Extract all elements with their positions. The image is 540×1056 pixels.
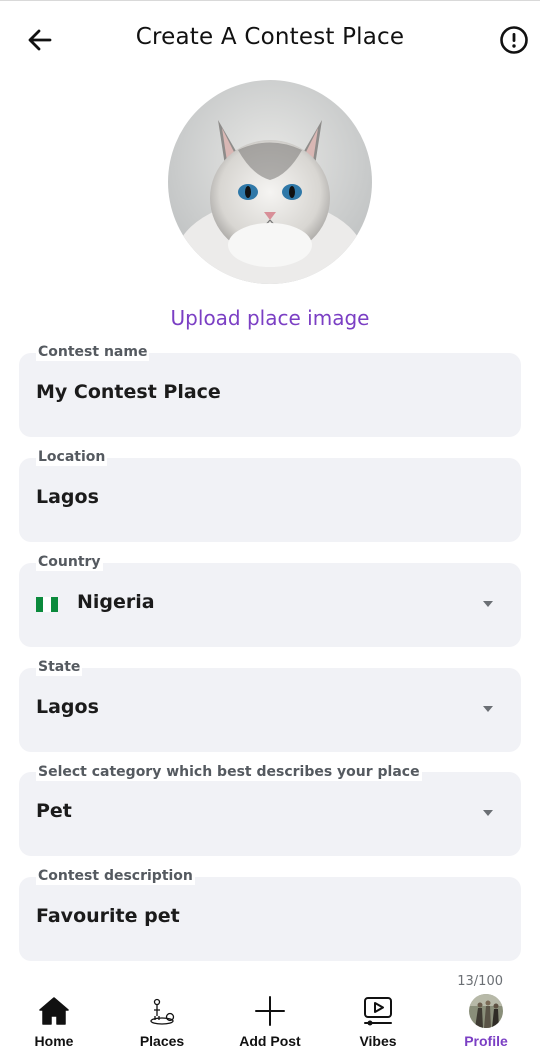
- location-label: Location: [36, 449, 108, 466]
- app-header: Create A Contest Place: [0, 0, 540, 80]
- contest-description-label: Contest description: [36, 868, 195, 885]
- state-value: Lagos: [36, 696, 99, 718]
- places-icon: [150, 998, 175, 1025]
- video-play-icon: [364, 997, 392, 1026]
- location-value: Lagos: [36, 486, 99, 508]
- country-value: Nigeria: [77, 591, 155, 613]
- nav-vibes-label: Vibes: [359, 1033, 397, 1049]
- nav-vibes[interactable]: Vibes: [328, 986, 428, 1056]
- category-label: Select category which best describes you…: [36, 764, 422, 781]
- home-icon: [39, 997, 69, 1025]
- page-title: Create A Contest Place: [135, 24, 405, 50]
- nav-places[interactable]: Places: [112, 986, 212, 1056]
- nigeria-flag: [36, 597, 58, 612]
- place-image[interactable]: [168, 80, 372, 284]
- cat-photo: [168, 80, 372, 284]
- contest-description-field[interactable]: Favourite pet: [19, 877, 521, 961]
- nav-add-post-label: Add Post: [239, 1033, 301, 1049]
- country-select[interactable]: Nigeria: [19, 563, 521, 647]
- profile-avatar: [469, 994, 503, 1028]
- character-counter: 13/100: [457, 974, 503, 986]
- nav-home-label: Home: [34, 1033, 74, 1049]
- info-circle-icon: [500, 26, 528, 54]
- state-select[interactable]: Lagos: [19, 668, 521, 752]
- info-button[interactable]: [498, 24, 530, 56]
- category-select[interactable]: Pet: [19, 772, 521, 856]
- contest-name-value: My Contest Place: [36, 381, 221, 403]
- contest-name-label: Contest name: [36, 344, 150, 361]
- nav-places-label: Places: [139, 1033, 185, 1049]
- nav-profile-label: Profile: [464, 1033, 508, 1049]
- upload-image-link[interactable]: Upload place image: [0, 306, 540, 330]
- contest-name-field[interactable]: My Contest Place: [19, 353, 521, 437]
- chevron-down-icon: [483, 810, 493, 816]
- category-value: Pet: [36, 800, 72, 822]
- chevron-down-icon: [483, 706, 493, 712]
- location-field[interactable]: Lagos: [19, 458, 521, 542]
- chevron-down-icon: [483, 601, 493, 607]
- country-label: Country: [36, 554, 103, 571]
- nav-add-post[interactable]: Add Post: [220, 986, 320, 1056]
- bottom-navigation: Home Places Add Post Vibes Profile: [0, 986, 540, 1056]
- plus-icon: [255, 996, 285, 1026]
- nav-profile[interactable]: Profile: [436, 986, 536, 1056]
- nav-home[interactable]: Home: [4, 986, 104, 1056]
- state-label: State: [36, 659, 83, 676]
- contest-description-value: Favourite pet: [36, 905, 180, 927]
